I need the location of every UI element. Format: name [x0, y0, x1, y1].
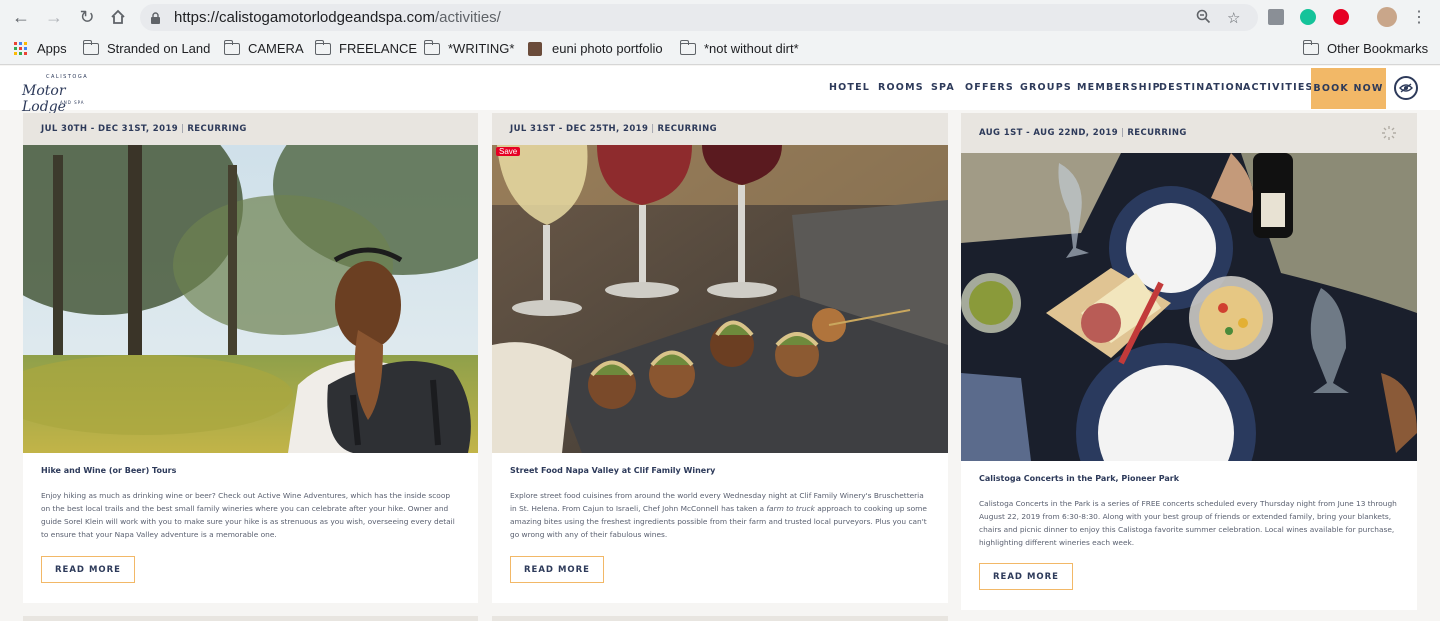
- bookmark-euni-photo-portfolio[interactable]: euni photo portfolio: [528, 41, 663, 56]
- card-date: JUL 31ST - DEC 25TH, 2019: [510, 124, 649, 134]
- next-card-edge: [492, 616, 948, 621]
- read-more-button[interactable]: READ MORE: [979, 563, 1073, 590]
- divider: |: [181, 124, 185, 134]
- card-title[interactable]: Calistoga Concerts in the Park, Pioneer …: [979, 474, 1179, 483]
- folder-icon: [679, 39, 696, 55]
- card-description: Calistoga Concerts in the Park is a seri…: [979, 499, 1397, 547]
- back-icon[interactable]: ←: [10, 6, 32, 28]
- grammarly-icon[interactable]: [1300, 9, 1316, 25]
- reload-icon[interactable]: ↻: [76, 6, 98, 28]
- bookmark-label: *WRITING*: [448, 41, 515, 56]
- site-header: CALISTOGA Motor Lodge AND SPA HOTEL ROOM…: [0, 66, 1440, 115]
- pinterest-save-badge[interactable]: Save: [496, 147, 521, 156]
- card-description: Explore street food cuisines from around…: [510, 491, 927, 539]
- divider: |: [651, 124, 655, 134]
- card-description: Enjoy hiking as much as drinking wine or…: [41, 491, 455, 539]
- bookmark-label: Apps: [37, 41, 67, 56]
- site-logo[interactable]: CALISTOGA Motor Lodge AND SPA: [22, 74, 102, 115]
- nav-membership[interactable]: MEMBERSHIP: [1077, 82, 1161, 93]
- profile-avatar[interactable]: [1377, 7, 1397, 27]
- nav-hotel[interactable]: HOTEL: [829, 82, 870, 93]
- extension-icon[interactable]: [1268, 9, 1284, 25]
- forward-icon[interactable]: →: [43, 6, 65, 28]
- folder-icon: [423, 39, 440, 55]
- address-bar[interactable]: https://calistogamotorlodgeandspa.com/ac…: [140, 4, 1258, 31]
- bookmark-other-bookmarks[interactable]: Other Bookmarks: [1302, 39, 1429, 56]
- lock-icon: [150, 11, 161, 24]
- bookmark-not-without-dirt[interactable]: *not without dirt*: [679, 39, 799, 56]
- activity-card-concerts: AUG 1ST - AUG 22ND, 2019 | RECURRING Cal…: [961, 113, 1417, 610]
- card-image-hiker[interactable]: [23, 145, 478, 453]
- bookmark-label: Stranded on Land: [107, 41, 211, 56]
- folder-icon: [223, 39, 240, 55]
- read-more-button[interactable]: READ MORE: [41, 556, 135, 583]
- bookmark-label: *not without dirt*: [704, 41, 799, 56]
- url-text: https://calistogamotorlodgeandspa.com/ac…: [174, 9, 501, 26]
- bookmark-label: CAMERA: [248, 41, 304, 56]
- home-icon[interactable]: [107, 6, 129, 28]
- activity-card-hike: JUL 30TH - DEC 31ST, 2019 | RECURRING Hi…: [23, 113, 478, 603]
- activity-card-street-food: JUL 31ST - DEC 25TH, 2019 | RECURRING Sa…: [492, 113, 948, 603]
- nav-offers[interactable]: OFFERS: [965, 82, 1014, 93]
- next-card-edge: [23, 616, 478, 621]
- favicon-icon: [528, 41, 542, 56]
- apps-grid-icon: [14, 42, 27, 55]
- card-title[interactable]: Hike and Wine (or Beer) Tours: [41, 466, 176, 475]
- card-tag: RECURRING: [657, 124, 717, 134]
- bookmark-stranded-on-land[interactable]: Stranded on Land: [82, 39, 211, 56]
- card-image-picnic[interactable]: [961, 153, 1417, 461]
- folder-icon: [1302, 39, 1319, 55]
- card-image-wine-bites[interactable]: Save: [492, 145, 948, 453]
- nav-groups[interactable]: GROUPS: [1020, 82, 1072, 93]
- bookmark-label: euni photo portfolio: [552, 41, 663, 56]
- nav-spa[interactable]: SPA: [931, 82, 955, 93]
- bookmark-apps[interactable]: Apps: [14, 41, 67, 56]
- bookmark-label: FREELANCE: [339, 41, 418, 56]
- card-date: AUG 1ST - AUG 22ND, 2019: [979, 128, 1119, 138]
- card-date-bar: JUL 31ST - DEC 25TH, 2019 | RECURRING: [492, 113, 948, 145]
- card-date: JUL 30TH - DEC 31ST, 2019: [41, 124, 179, 134]
- card-title[interactable]: Street Food Napa Valley at Clif Family W…: [510, 466, 715, 475]
- bookmark-writing[interactable]: *WRITING*: [423, 39, 515, 56]
- bookmark-label: Other Bookmarks: [1327, 41, 1429, 56]
- bookmark-freelance[interactable]: FREELANCE: [314, 39, 418, 56]
- card-tag: RECURRING: [187, 124, 247, 134]
- logo-bottom-text: AND SPA: [60, 100, 85, 105]
- bookmark-camera[interactable]: CAMERA: [223, 39, 304, 56]
- pinterest-icon[interactable]: [1333, 9, 1349, 25]
- divider: |: [1121, 128, 1125, 138]
- accessibility-eye-icon[interactable]: [1394, 76, 1418, 100]
- read-more-button[interactable]: READ MORE: [510, 556, 604, 583]
- nav-activities[interactable]: ACTIVITIES: [1243, 82, 1314, 93]
- menu-dots-icon[interactable]: ⋮: [1408, 6, 1430, 28]
- card-date-bar: JUL 30TH - DEC 31ST, 2019 | RECURRING: [23, 113, 478, 145]
- browser-toolbar: ← → ↻ https://calistogamotorlodgeandspa.…: [0, 0, 1440, 35]
- bookmarks-bar: Apps Stranded on Land CAMERA FREELANCE *…: [0, 35, 1440, 65]
- folder-icon: [314, 39, 331, 55]
- card-date-bar: AUG 1ST - AUG 22ND, 2019 | RECURRING: [961, 113, 1417, 153]
- loading-spinner-icon: [1381, 125, 1397, 144]
- logo-top-text: CALISTOGA: [46, 74, 89, 80]
- zoom-icon[interactable]: [1196, 9, 1211, 28]
- logo-main-text: Motor Lodge: [22, 83, 66, 115]
- folder-icon: [82, 39, 99, 55]
- book-now-button[interactable]: BOOK NOW: [1311, 68, 1386, 109]
- star-bookmark-icon[interactable]: ☆: [1227, 9, 1240, 27]
- card-tag: RECURRING: [1127, 128, 1187, 138]
- nav-destination[interactable]: DESTINATION: [1159, 82, 1244, 93]
- nav-rooms[interactable]: ROOMS: [878, 82, 924, 93]
